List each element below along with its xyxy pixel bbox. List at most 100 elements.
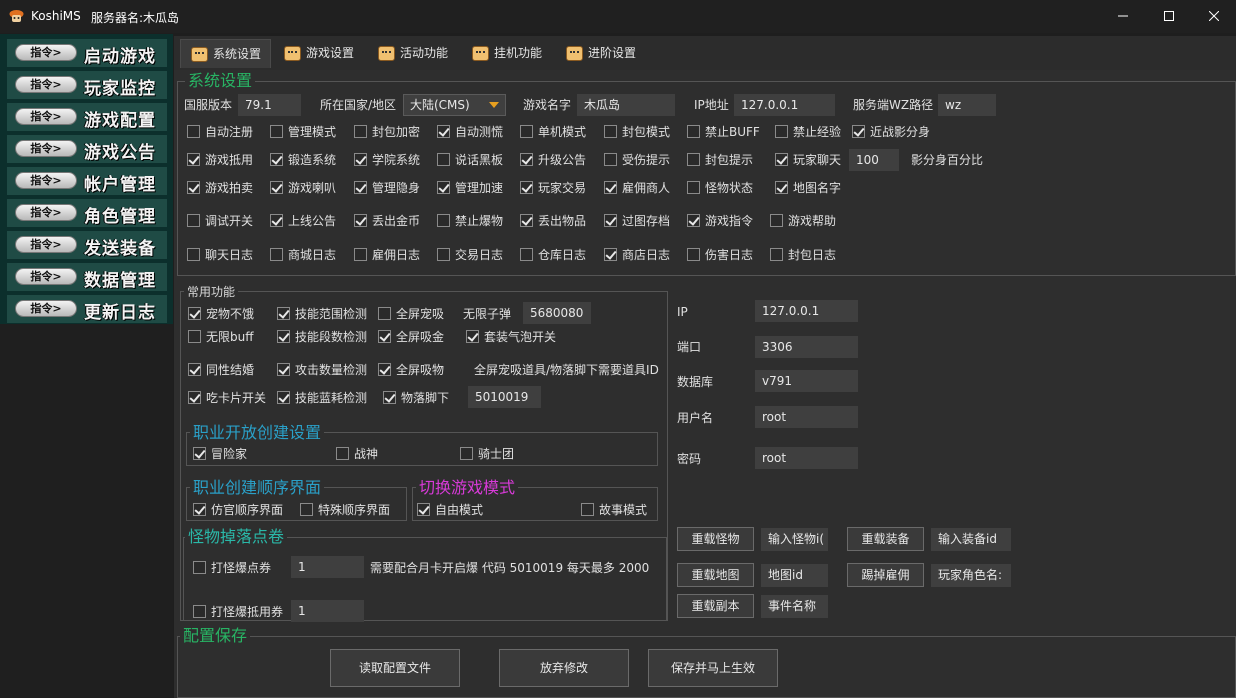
checkbox-official-order[interactable]: 仿官顺序界面	[193, 502, 283, 518]
monster-id-input[interactable]: 输入怪物i(	[761, 528, 828, 551]
checkbox-card-switch[interactable]: 吃卡片开关	[188, 390, 266, 406]
maximize-button[interactable]	[1146, 0, 1191, 33]
sidebar-item-player-monitor[interactable]: 指令> 玩家监控	[7, 71, 167, 99]
checkbox-skill-hits-check[interactable]: 技能段数检测	[277, 329, 367, 345]
checkbox-player-chat[interactable]: 玩家聊天	[775, 152, 841, 168]
checkbox-skill-range-check[interactable]: 技能范围检测	[277, 306, 367, 322]
drop-voucher-field[interactable]: 1	[291, 600, 364, 622]
checkbox-hire-log[interactable]: 雇佣日志	[354, 247, 420, 263]
checkbox-chat-log[interactable]: 聊天日志	[187, 247, 253, 263]
checkbox-disable-buff[interactable]: 禁止BUFF	[687, 124, 760, 140]
checkbox-monster-status[interactable]: 怪物状态	[687, 180, 753, 196]
checkbox-game-voucher[interactable]: 游戏抵用	[187, 152, 253, 168]
checkbox-game-commands[interactable]: 游戏指令	[687, 213, 753, 229]
tab-advanced[interactable]: 进阶设置	[556, 39, 656, 68]
checkbox-damage-hint[interactable]: 受伤提示	[604, 152, 670, 168]
checkbox-disable-drops[interactable]: 禁止爆物	[437, 213, 503, 229]
checkbox-disable-exp[interactable]: 禁止经验	[775, 124, 841, 140]
checkbox-packet-mode[interactable]: 封包模式	[604, 124, 670, 140]
checkbox-free-mode[interactable]: 自由模式	[417, 502, 483, 518]
checkbox-player-trade[interactable]: 玩家交易	[520, 180, 586, 196]
sidebar-item-data-management[interactable]: 指令> 数据管理	[7, 263, 167, 291]
checkbox-explorer[interactable]: 冒险家	[193, 446, 247, 462]
checkbox-drop-points[interactable]: 打怪爆点券	[193, 560, 271, 576]
checkbox-melee-clone[interactable]: 近战影分身	[852, 124, 930, 140]
sidebar-item-start-game[interactable]: 指令> 启动游戏	[7, 39, 167, 67]
sidebar-item-characters[interactable]: 指令> 角色管理	[7, 199, 167, 227]
player-name-input[interactable]: 玩家角色名:	[931, 564, 1011, 587]
reload-monster-button[interactable]: 重载怪物	[677, 527, 754, 551]
checkbox-drop-meso[interactable]: 丢出金币	[354, 213, 420, 229]
checkbox-set-bubble[interactable]: 套装气泡开关	[466, 329, 556, 345]
checkbox-auto-detect[interactable]: 自动测慌	[437, 124, 503, 140]
checkbox-cygnus[interactable]: 骑士团	[460, 446, 514, 462]
checkbox-shop-log[interactable]: 商店日志	[604, 247, 670, 263]
tab-game-settings[interactable]: 游戏设置	[274, 39, 366, 68]
checkbox-aran[interactable]: 战神	[336, 446, 378, 462]
checkbox-game-help[interactable]: 游戏帮助	[770, 213, 836, 229]
minimize-button[interactable]	[1100, 0, 1145, 33]
checkbox-trade-log[interactable]: 交易日志	[437, 247, 503, 263]
kick-hired-merchant-button[interactable]: 踢掉雇佣	[847, 563, 924, 587]
version-field[interactable]: 79.1	[238, 94, 301, 116]
db-password-field[interactable]: root	[755, 447, 858, 469]
checkbox-story-mode[interactable]: 故事模式	[581, 502, 647, 518]
db-user-field[interactable]: root	[755, 406, 858, 428]
event-name-input[interactable]: 事件名称	[761, 595, 828, 618]
checkbox-same-sex-marriage[interactable]: 同性结婚	[188, 362, 254, 378]
close-button[interactable]	[1191, 0, 1236, 33]
sidebar-item-send-equipment[interactable]: 指令> 发送装备	[7, 231, 167, 259]
checkbox-damage-log[interactable]: 伤害日志	[687, 247, 753, 263]
checkbox-special-order[interactable]: 特殊顺序界面	[300, 502, 390, 518]
ip-field[interactable]: 127.0.0.1	[734, 94, 835, 116]
tab-system-settings[interactable]: 系统设置	[180, 39, 271, 68]
checkbox-auto-register[interactable]: 自动注册	[187, 124, 253, 140]
sidebar-item-changelog[interactable]: 指令> 更新日志	[7, 295, 167, 323]
save-apply-button[interactable]: 保存并马上生效	[648, 649, 778, 687]
tab-idle-features[interactable]: 挂机功能	[462, 39, 554, 68]
checkbox-packet-log[interactable]: 封包日志	[770, 247, 836, 263]
checkbox-unlimited-buff[interactable]: 无限buff	[188, 329, 254, 345]
checkbox-map-name[interactable]: 地图名字	[775, 180, 841, 196]
unlimited-bullet-field[interactable]: 5680080	[523, 302, 591, 324]
checkbox-map-save[interactable]: 过图存档	[604, 213, 670, 229]
sidebar-item-accounts[interactable]: 指令> 帐户管理	[7, 167, 167, 195]
reload-instance-button[interactable]: 重载副本	[677, 594, 754, 618]
country-select[interactable]: 大陆(CMS)	[403, 94, 506, 116]
checkbox-fullscreen-pet-vac[interactable]: 全屏宠吸	[378, 306, 444, 322]
checkbox-skill-mp-check[interactable]: 技能蓝耗检测	[277, 390, 367, 406]
db-name-field[interactable]: v791	[755, 370, 858, 392]
item-id-field[interactable]: 5010019	[468, 386, 541, 408]
checkbox-admin-mode[interactable]: 管理模式	[270, 124, 336, 140]
checkbox-admin-speed[interactable]: 管理加速	[437, 180, 503, 196]
map-id-input[interactable]: 地图id	[761, 564, 828, 587]
sidebar-item-announcement[interactable]: 指令> 游戏公告	[7, 135, 167, 163]
sidebar-item-game-config[interactable]: 指令> 游戏配置	[7, 103, 167, 131]
checkbox-pet-no-hunger[interactable]: 宠物不饿	[188, 306, 254, 322]
checkbox-hired-merchant[interactable]: 雇佣商人	[604, 180, 670, 196]
db-port-field[interactable]: 3306	[755, 336, 858, 358]
checkbox-fullscreen-item-vac[interactable]: 全屏吸物	[378, 362, 444, 378]
checkbox-storage-log[interactable]: 仓库日志	[520, 247, 586, 263]
db-ip-field[interactable]: 127.0.0.1	[755, 300, 858, 322]
checkbox-levelup-notice[interactable]: 升级公告	[520, 152, 586, 168]
checkbox-drop-items[interactable]: 丢出物品	[520, 213, 586, 229]
equipment-id-input[interactable]: 输入装备id	[931, 528, 1011, 551]
checkbox-chalkboard[interactable]: 说话黑板	[437, 152, 503, 168]
checkbox-fullscreen-meso-vac[interactable]: 全屏吸金	[378, 329, 444, 345]
checkbox-cashshop-log[interactable]: 商城日志	[270, 247, 336, 263]
checkbox-forge-system[interactable]: 锻造系统	[270, 152, 336, 168]
checkbox-drop-at-feet[interactable]: 物落脚下	[383, 390, 449, 406]
checkbox-drop-voucher[interactable]: 打怪爆抵用券	[193, 604, 283, 620]
checkbox-admin-hide[interactable]: 管理隐身	[354, 180, 420, 196]
read-config-button[interactable]: 读取配置文件	[330, 649, 460, 687]
checkbox-packet-hint[interactable]: 封包提示	[687, 152, 753, 168]
chevron-down-icon[interactable]	[483, 95, 505, 115]
game-name-field[interactable]: 木瓜岛	[577, 94, 675, 116]
drop-points-field[interactable]: 1	[291, 556, 364, 578]
checkbox-debug-switch[interactable]: 调试开关	[187, 213, 253, 229]
checkbox-attack-count-check[interactable]: 攻击数量检测	[277, 362, 367, 378]
reload-equipment-button[interactable]: 重载装备	[847, 527, 924, 551]
checkbox-login-notice[interactable]: 上线公告	[270, 213, 336, 229]
checkbox-single-mode[interactable]: 单机模式	[520, 124, 586, 140]
